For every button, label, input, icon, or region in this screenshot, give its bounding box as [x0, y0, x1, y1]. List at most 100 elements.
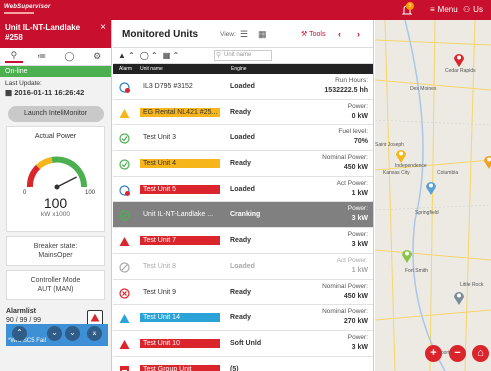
value-label: Nominal Power:	[322, 154, 368, 162]
map-pin-icon[interactable]	[483, 154, 491, 169]
collapse-up-icon[interactable]: ⌃	[12, 326, 27, 341]
scroll-down-icon[interactable]: ⌄	[47, 326, 62, 341]
engine-state: Loaded	[230, 134, 255, 142]
value-label: Power:	[347, 231, 368, 239]
table-row[interactable]: Test Unit 3 Loaded Fuel level: 70%	[113, 125, 373, 152]
map-view[interactable]: Cedar Rapids Des Moines Saint Joseph Ind…	[375, 20, 491, 371]
scroll-end-icon[interactable]: ⌅	[87, 326, 102, 341]
type-filter-icon[interactable]: ▦ ⌃	[163, 51, 179, 60]
table-row[interactable]: Test Unit 14 Ready Nominal Power: 270 kW	[113, 305, 373, 331]
panel-header: Monitored Units View: ☰ ▦ ⚒ Tools ‹ ›	[113, 20, 373, 48]
alarm-filter-icon[interactable]: ▲ ⌃	[118, 51, 135, 60]
monitored-units-panel: Monitored Units View: ☰ ▦ ⚒ Tools ‹ › ▲ …	[113, 20, 374, 371]
scroll-bottom-icon[interactable]: ⌄	[65, 326, 80, 341]
value-text: 3 kW	[351, 343, 368, 351]
gear-error-icon	[119, 82, 130, 93]
home-icon[interactable]: ⌂	[472, 345, 489, 362]
engine-state: Cranking	[230, 211, 261, 219]
unit-name: Test Unit 3	[143, 134, 177, 142]
zoom-out-icon[interactable]: −	[449, 345, 466, 362]
table-row[interactable]: Test Unit 7 Ready Power: 3 kW	[113, 228, 373, 254]
tools-button[interactable]: ⚒ Tools	[301, 30, 325, 38]
value-label: Power:	[347, 333, 368, 341]
top-bar: WebSupervisor 5 ≡ Menu ⚇ Us	[0, 0, 491, 20]
unit-name: Test Unit 14	[140, 313, 220, 323]
map-label: Little Rock	[460, 282, 484, 288]
menu-button[interactable]: ≡ Menu	[430, 5, 458, 14]
last-update-label: Last Update:	[5, 80, 42, 87]
map-pin-icon[interactable]	[453, 290, 465, 305]
map-pin-icon[interactable]	[401, 248, 413, 263]
table-row[interactable]: Test Unit 9 Ready Nominal Power: 450 kW	[113, 280, 373, 306]
app-logo: WebSupervisor	[4, 4, 51, 10]
disabled-icon	[119, 262, 130, 273]
value-label: Power:	[347, 205, 368, 213]
table-row[interactable]: IL3 D795 #3152 Loaded Run Hours: 1532222.5 …	[113, 74, 373, 100]
table-row[interactable]: Test Unit 4 Ready Nominal Power: 450 kW	[113, 151, 373, 177]
grid-view-icon[interactable]: ▦	[258, 29, 267, 40]
next-page-icon[interactable]: ›	[357, 29, 360, 39]
unit-header: Unit IL-NT-Landlake #258 ×	[0, 20, 111, 48]
zoom-in-icon[interactable]: +	[425, 345, 442, 362]
stop-icon	[119, 287, 130, 299]
list-view-icon[interactable]: ☰	[240, 29, 248, 40]
map-label: Cedar Rapids	[445, 68, 476, 74]
value-text: 450 kW	[343, 292, 368, 300]
unit-name: Test Unit 7	[140, 236, 220, 246]
table-row[interactable]: Test Group Unit (5)	[113, 357, 373, 371]
breaker-label: Breaker state:	[33, 243, 78, 250]
unit-name: Test Unit 8	[143, 262, 177, 270]
user-label: Us	[473, 5, 483, 14]
unit-search-input[interactable]: ⚲ Unit name	[214, 50, 272, 61]
map-pin-icon[interactable]	[395, 148, 407, 163]
location-tab-icon[interactable]: ⚲	[4, 50, 23, 63]
online-status: On-line	[0, 66, 111, 77]
gauge-tab-icon[interactable]: ◯	[60, 51, 78, 62]
alarm-red-icon	[119, 339, 130, 349]
engine-state: Ready	[230, 237, 252, 245]
wrench-icon: ⚒	[301, 31, 308, 38]
view-label: View:	[220, 31, 236, 38]
table-row[interactable]: Test Unit 8 Loaded Act Power: 1 kW	[113, 254, 373, 280]
calendar-icon: ▦	[5, 88, 13, 97]
value-label: Nominal Power:	[322, 282, 368, 290]
col-unit-name: Unit name	[140, 66, 163, 72]
map-pin-icon[interactable]	[425, 180, 437, 195]
mode-value: AUT (MAN)	[37, 286, 74, 293]
menu-label: Menu	[437, 5, 458, 14]
value-text: 0 kW	[351, 112, 368, 120]
launch-intelimonitor-button[interactable]: Launch InteliMonitor	[7, 106, 104, 122]
value-label: Power:	[347, 102, 368, 110]
table-row[interactable]: Test Unit 5 Loaded Act Power: 1 kW	[113, 177, 373, 203]
value-text: 270 kW	[343, 318, 368, 326]
unit-detail-sidebar: Unit IL-NT-Landlake #258 × ⚲ ≔ ◯ ⚙ On-li…	[0, 20, 112, 371]
group-icon	[120, 365, 129, 371]
filter-row: ▲ ⌃ ◯ ⌃ ▦ ⌃ ⚲ Unit name	[113, 48, 373, 64]
unit-name: Test Unit 10	[140, 338, 220, 348]
detail-tabs: ⚲ ≔ ◯ ⚙	[0, 48, 111, 66]
value-label: Fuel level:	[338, 128, 368, 136]
engine-state: Loaded	[230, 262, 255, 270]
ok-icon	[119, 210, 130, 222]
power-gauge	[27, 156, 88, 190]
settings-tab-icon[interactable]: ⚙	[88, 51, 106, 62]
map-label: Springfield	[415, 210, 439, 216]
engine-state: Soft Unld	[230, 339, 262, 347]
unit-name: Test Unit 4	[140, 159, 220, 169]
table-row[interactable]: EG Rental NL421 #25... Ready Power: 0 kW	[113, 100, 373, 126]
value-text: 3 kW	[351, 215, 368, 223]
value-text: 1532222.5 hh	[324, 87, 368, 94]
engine-state: (5)	[230, 365, 239, 371]
table-row[interactable]: Unit IL-NT-Landlake ... Cranking Power: 3 k…	[113, 202, 373, 229]
engine-filter-icon[interactable]: ◯ ⌃	[140, 51, 158, 60]
prev-page-icon[interactable]: ‹	[338, 29, 341, 39]
chart-tab-icon[interactable]: ≔	[33, 51, 51, 62]
value-text: 70%	[353, 138, 368, 146]
table-row[interactable]: Test Unit 10 Soft Unld Power: 3 kW	[113, 331, 373, 357]
actual-power-card: Actual Power 0 100 100 kW x1000	[6, 126, 105, 232]
alarm-red-icon	[119, 237, 130, 247]
close-icon[interactable]: ×	[100, 23, 106, 33]
engine-state: Ready	[230, 108, 252, 116]
map-pin-icon[interactable]	[453, 52, 465, 67]
user-button[interactable]: ⚇ Us	[463, 5, 483, 14]
